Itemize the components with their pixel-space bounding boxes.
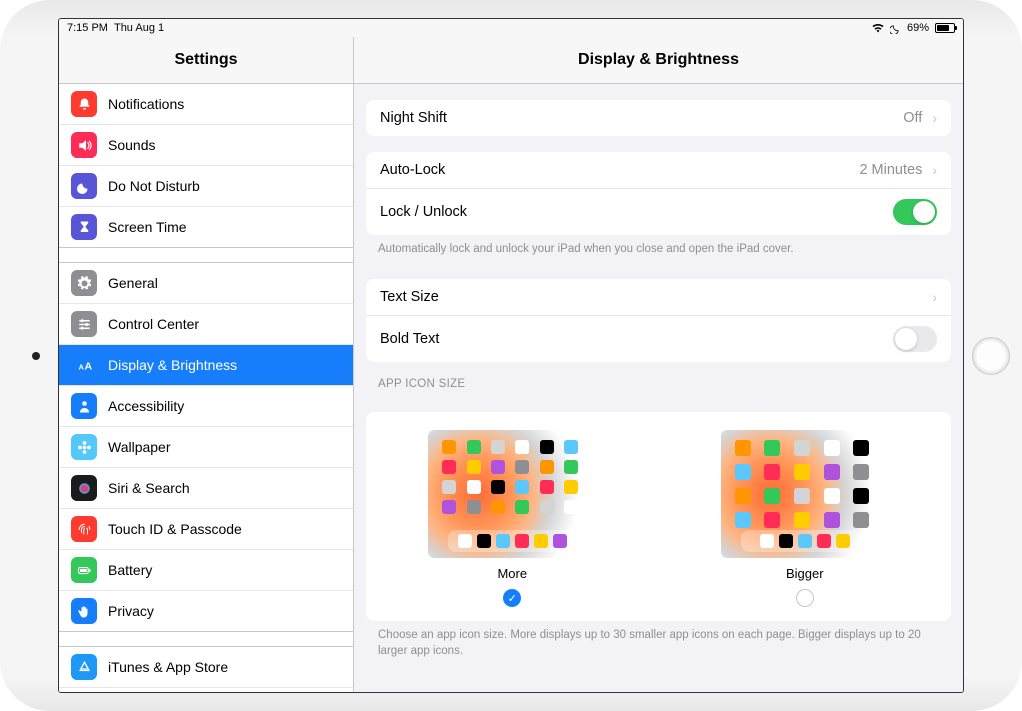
bold-text-cell: Bold Text xyxy=(366,316,951,362)
icon-size-option-more[interactable]: More xyxy=(428,430,596,607)
sidebar-item-do-not-disturb[interactable]: Do Not Disturb xyxy=(59,166,353,207)
lock-unlock-cell: Lock / Unlock xyxy=(366,189,951,235)
sidebar-item-label: Display & Brightness xyxy=(108,357,237,373)
lock-unlock-footer: Automatically lock and unlock your iPad … xyxy=(354,235,963,263)
sidebar-item-label: Privacy xyxy=(108,603,154,619)
chevron-right-icon: › xyxy=(932,162,937,178)
home-button[interactable] xyxy=(972,337,1010,375)
auto-lock-label: Auto-Lock xyxy=(380,162,445,178)
textsize-icon: AA xyxy=(71,352,97,378)
sidebar-item-general[interactable]: General xyxy=(59,263,353,304)
sidebar-item-privacy[interactable]: Privacy xyxy=(59,591,353,631)
sidebar-item-label: Wallpaper xyxy=(108,439,171,455)
flower-icon xyxy=(71,434,97,460)
radio-more[interactable] xyxy=(503,589,521,607)
sidebar-item-label: iTunes & App Store xyxy=(108,659,228,675)
sidebar-item-battery[interactable]: Battery xyxy=(59,550,353,591)
icon-size-option-bigger[interactable]: Bigger xyxy=(721,430,889,607)
lock-unlock-label: Lock / Unlock xyxy=(380,204,467,220)
auto-lock-value: 2 Minutes xyxy=(859,162,922,178)
appstore-icon xyxy=(71,654,97,680)
radio-bigger[interactable] xyxy=(796,589,814,607)
sidebar-item-label: Do Not Disturb xyxy=(108,178,200,194)
night-shift-label: Night Shift xyxy=(380,110,447,126)
sidebar-item-label: General xyxy=(108,275,158,291)
front-camera xyxy=(32,352,40,360)
status-date: Thu Aug 1 xyxy=(114,22,164,34)
battery-percent: 69% xyxy=(907,22,929,34)
sidebar-item-siri-search[interactable]: Siri & Search xyxy=(59,468,353,509)
chevron-right-icon: › xyxy=(932,289,937,305)
bold-text-toggle[interactable] xyxy=(893,326,937,352)
detail-title: Display & Brightness xyxy=(354,37,963,84)
svg-text:A: A xyxy=(78,362,84,371)
sidebar-title: Settings xyxy=(59,37,353,84)
bell-icon xyxy=(71,91,97,117)
status-bar: 7:15 PM Thu Aug 1 69% xyxy=(59,19,963,37)
sidebar-item-label: Touch ID & Passcode xyxy=(108,521,242,537)
settings-sidebar: Settings Notifications Sounds Do Not Distu… xyxy=(59,37,354,692)
sidebar-item-label: Accessibility xyxy=(108,398,184,414)
sliders-icon xyxy=(71,311,97,337)
sidebar-item-touch-id-passcode[interactable]: Touch ID & Passcode xyxy=(59,509,353,550)
text-size-label: Text Size xyxy=(380,289,439,305)
sidebar-item-wallet-apple-pay[interactable]: Wallet & Apple Pay xyxy=(59,688,353,692)
hourglass-icon xyxy=(71,214,97,240)
siri-icon xyxy=(71,475,97,501)
detail-pane: Display & Brightness Night Shift Off › Au… xyxy=(354,37,963,692)
auto-lock-cell[interactable]: Auto-Lock 2 Minutes › xyxy=(366,152,951,189)
night-shift-cell[interactable]: Night Shift Off › xyxy=(366,100,951,136)
fingerprint-icon xyxy=(71,516,97,542)
text-size-cell[interactable]: Text Size › xyxy=(366,279,951,316)
sidebar-item-label: Screen Time xyxy=(108,219,187,235)
battery-icon xyxy=(71,557,97,583)
icon-size-option-label: More xyxy=(497,566,527,581)
night-shift-value: Off xyxy=(903,110,922,126)
battery-icon xyxy=(935,23,955,33)
status-time: 7:15 PM xyxy=(67,22,108,34)
app-icon-size-footer: Choose an app icon size. More displays u… xyxy=(354,621,963,675)
sidebar-item-control-center[interactable]: Control Center xyxy=(59,304,353,345)
sidebar-item-itunes-app-store[interactable]: iTunes & App Store xyxy=(59,647,353,688)
sidebar-item-accessibility[interactable]: Accessibility xyxy=(59,386,353,427)
moon-icon xyxy=(71,173,97,199)
sidebar-item-wallpaper[interactable]: Wallpaper xyxy=(59,427,353,468)
chevron-right-icon: › xyxy=(932,110,937,126)
sidebar-item-label: Battery xyxy=(108,562,152,578)
lock-unlock-toggle[interactable] xyxy=(893,199,937,225)
gear-icon xyxy=(71,270,97,296)
sidebar-item-screen-time[interactable]: Screen Time xyxy=(59,207,353,247)
svg-text:A: A xyxy=(84,360,92,372)
sidebar-item-label: Sounds xyxy=(108,137,155,153)
bold-text-label: Bold Text xyxy=(380,331,439,347)
sidebar-item-label: Notifications xyxy=(108,96,184,112)
sidebar-item-notifications[interactable]: Notifications xyxy=(59,84,353,125)
sidebar-item-label: Control Center xyxy=(108,316,199,332)
moon-icon xyxy=(890,23,901,34)
person-icon xyxy=(71,393,97,419)
hand-icon xyxy=(71,598,97,624)
sidebar-item-label: Siri & Search xyxy=(108,480,190,496)
speaker-icon xyxy=(71,132,97,158)
app-icon-size-header: APP ICON SIZE xyxy=(354,362,963,396)
wifi-icon xyxy=(872,23,884,33)
sidebar-item-display-brightness[interactable]: AA Display & Brightness xyxy=(59,345,353,386)
sidebar-item-sounds[interactable]: Sounds xyxy=(59,125,353,166)
icon-size-option-label: Bigger xyxy=(786,566,824,581)
